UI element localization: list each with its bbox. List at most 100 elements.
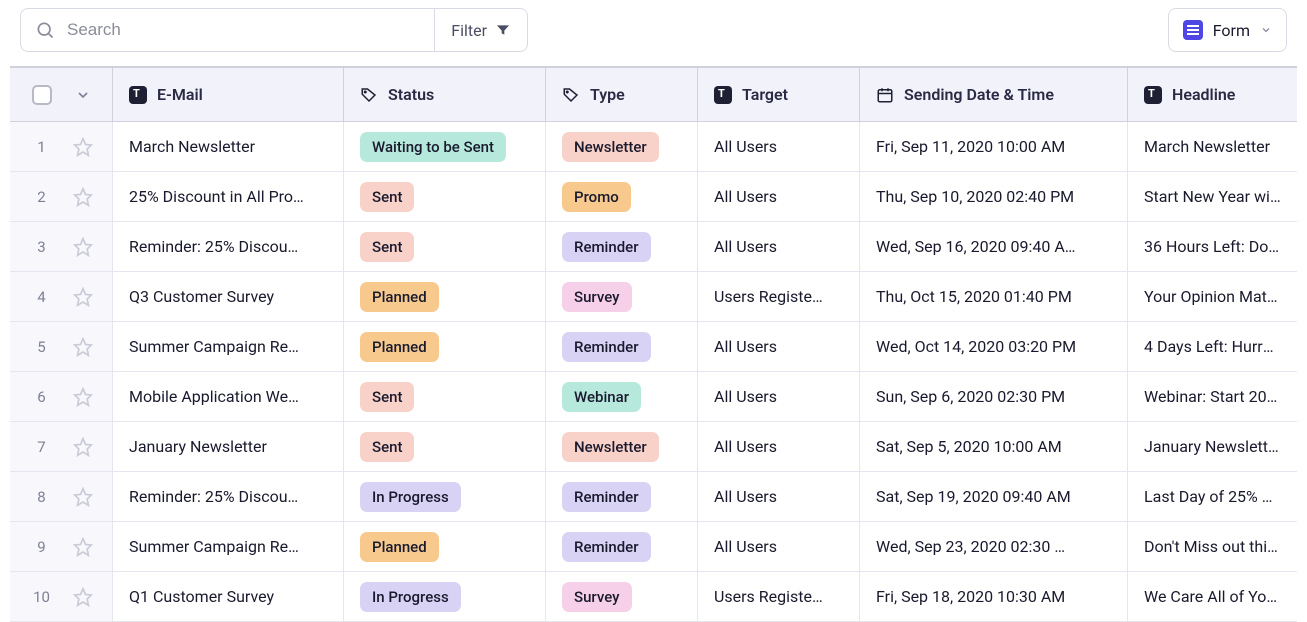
data-table: E-Mail Status Type Target <box>10 66 1297 622</box>
row-number: 3 <box>30 238 54 256</box>
filter-button[interactable]: Filter <box>434 9 527 51</box>
row-controls: 6 <box>10 372 113 421</box>
table-row[interactable]: 2 25% Discount in All Pro… Sent Promo Al… <box>10 172 1297 222</box>
star-icon[interactable] <box>73 437 93 457</box>
row-number: 4 <box>30 288 54 306</box>
col-label: E-Mail <box>157 85 327 104</box>
table-row[interactable]: 4 Q3 Customer Survey Planned Survey User… <box>10 272 1297 322</box>
cell-email: Summer Campaign Re… <box>129 537 327 556</box>
table-row[interactable]: 3 Reminder: 25% Discou… Sent Reminder Al… <box>10 222 1297 272</box>
table-row[interactable]: 10 Q1 Customer Survey In Progress Survey… <box>10 572 1297 622</box>
cell-headline: 4 Days Left: Hurry up <box>1144 337 1281 356</box>
cell-headline: Webinar: Start 2020 <box>1144 387 1281 406</box>
calendar-column-icon <box>876 86 894 104</box>
star-icon[interactable] <box>73 287 93 307</box>
cell-headline: Last Day of 25% Disc <box>1144 487 1281 506</box>
cell-headline: January Newsletter <box>1144 437 1281 456</box>
col-label: Type <box>590 85 681 104</box>
status-badge: Sent <box>360 182 414 212</box>
cell-headline: Start New Year with 2 <box>1144 187 1281 206</box>
cell-target: All Users <box>714 237 843 256</box>
star-icon[interactable] <box>73 337 93 357</box>
status-badge: In Progress <box>360 482 461 512</box>
col-date[interactable]: Sending Date & Time <box>860 68 1128 121</box>
star-icon[interactable] <box>73 187 93 207</box>
row-controls: 5 <box>10 322 113 371</box>
star-icon[interactable] <box>73 587 93 607</box>
view-label: Form <box>1213 21 1250 40</box>
cell-email: 25% Discount in All Pro… <box>129 187 327 206</box>
col-type[interactable]: Type <box>546 68 698 121</box>
cell-email: Summer Campaign Re… <box>129 337 327 356</box>
col-status[interactable]: Status <box>344 68 546 121</box>
row-controls: 9 <box>10 522 113 571</box>
cell-date: Thu, Oct 15, 2020 01:40 PM <box>876 287 1111 306</box>
type-badge: Reminder <box>562 232 651 262</box>
cell-target: Users Registe… <box>714 287 843 306</box>
star-icon[interactable] <box>73 237 93 257</box>
type-badge: Survey <box>562 282 632 312</box>
view-switch-button[interactable]: Form <box>1168 8 1287 52</box>
chevron-down-icon <box>1260 24 1272 36</box>
type-badge: Webinar <box>562 382 641 412</box>
col-headline[interactable]: Headline <box>1128 68 1297 121</box>
cell-email: Reminder: 25% Discou… <box>129 237 327 256</box>
cell-headline: We Care All of Your T <box>1144 587 1281 606</box>
cell-target: All Users <box>714 537 843 556</box>
cell-target: All Users <box>714 337 843 356</box>
star-icon[interactable] <box>73 387 93 407</box>
table-row[interactable]: 8 Reminder: 25% Discou… In Progress Remi… <box>10 472 1297 522</box>
cell-headline: March Newsletter <box>1144 137 1281 156</box>
row-controls: 7 <box>10 422 113 471</box>
tag-column-icon <box>360 86 378 104</box>
type-badge: Reminder <box>562 482 651 512</box>
cell-headline: Your Opinion Matters <box>1144 287 1281 306</box>
table-row[interactable]: 6 Mobile Application We… Sent Webinar Al… <box>10 372 1297 422</box>
cell-date: Wed, Sep 23, 2020 02:30 … <box>876 537 1111 556</box>
cell-target: All Users <box>714 387 843 406</box>
table-row[interactable]: 9 Summer Campaign Re… Planned Reminder A… <box>10 522 1297 572</box>
cell-date: Thu, Sep 10, 2020 02:40 PM <box>876 187 1111 206</box>
row-number: 5 <box>30 338 54 356</box>
row-controls: 1 <box>10 122 113 171</box>
select-all-checkbox[interactable] <box>32 85 52 105</box>
cell-date: Fri, Sep 18, 2020 10:30 AM <box>876 587 1111 606</box>
cell-date: Wed, Oct 14, 2020 03:20 PM <box>876 337 1111 356</box>
star-icon[interactable] <box>73 487 93 507</box>
cell-target: Users Registe… <box>714 587 843 606</box>
status-badge: Planned <box>360 332 439 362</box>
star-icon[interactable] <box>73 537 93 557</box>
table-row[interactable]: 5 Summer Campaign Re… Planned Reminder A… <box>10 322 1297 372</box>
col-label: Status <box>388 85 529 104</box>
cell-email: March Newsletter <box>129 137 327 156</box>
cell-target: All Users <box>714 137 843 156</box>
cell-target: All Users <box>714 437 843 456</box>
cell-target: All Users <box>714 187 843 206</box>
table-row[interactable]: 7 January Newsletter Sent Newsletter All… <box>10 422 1297 472</box>
col-target[interactable]: Target <box>698 68 860 121</box>
status-badge: In Progress <box>360 582 461 612</box>
row-controls: 4 <box>10 272 113 321</box>
row-number: 6 <box>30 388 54 406</box>
search-filter-group: Filter <box>20 8 528 52</box>
row-controls: 2 <box>10 172 113 221</box>
status-badge: Sent <box>360 232 414 262</box>
filter-icon <box>495 22 511 38</box>
type-badge: Reminder <box>562 332 651 362</box>
cell-target: All Users <box>714 487 843 506</box>
table-row[interactable]: 1 March Newsletter Waiting to be Sent Ne… <box>10 122 1297 172</box>
cell-email: Mobile Application We… <box>129 387 327 406</box>
search-input[interactable] <box>65 19 420 41</box>
text-column-icon <box>714 86 732 104</box>
row-number: 2 <box>30 188 54 206</box>
cell-headline: 36 Hours Left: Don't <box>1144 237 1281 256</box>
col-email[interactable]: E-Mail <box>113 68 344 121</box>
chevron-down-icon[interactable] <box>75 87 91 103</box>
col-label: Target <box>742 85 843 104</box>
table-header: E-Mail Status Type Target <box>10 67 1297 122</box>
type-badge: Newsletter <box>562 432 659 462</box>
row-number: 7 <box>30 438 54 456</box>
star-icon[interactable] <box>73 137 93 157</box>
cell-headline: Don't Miss out this C <box>1144 537 1281 556</box>
cell-email: Q1 Customer Survey <box>129 587 327 606</box>
